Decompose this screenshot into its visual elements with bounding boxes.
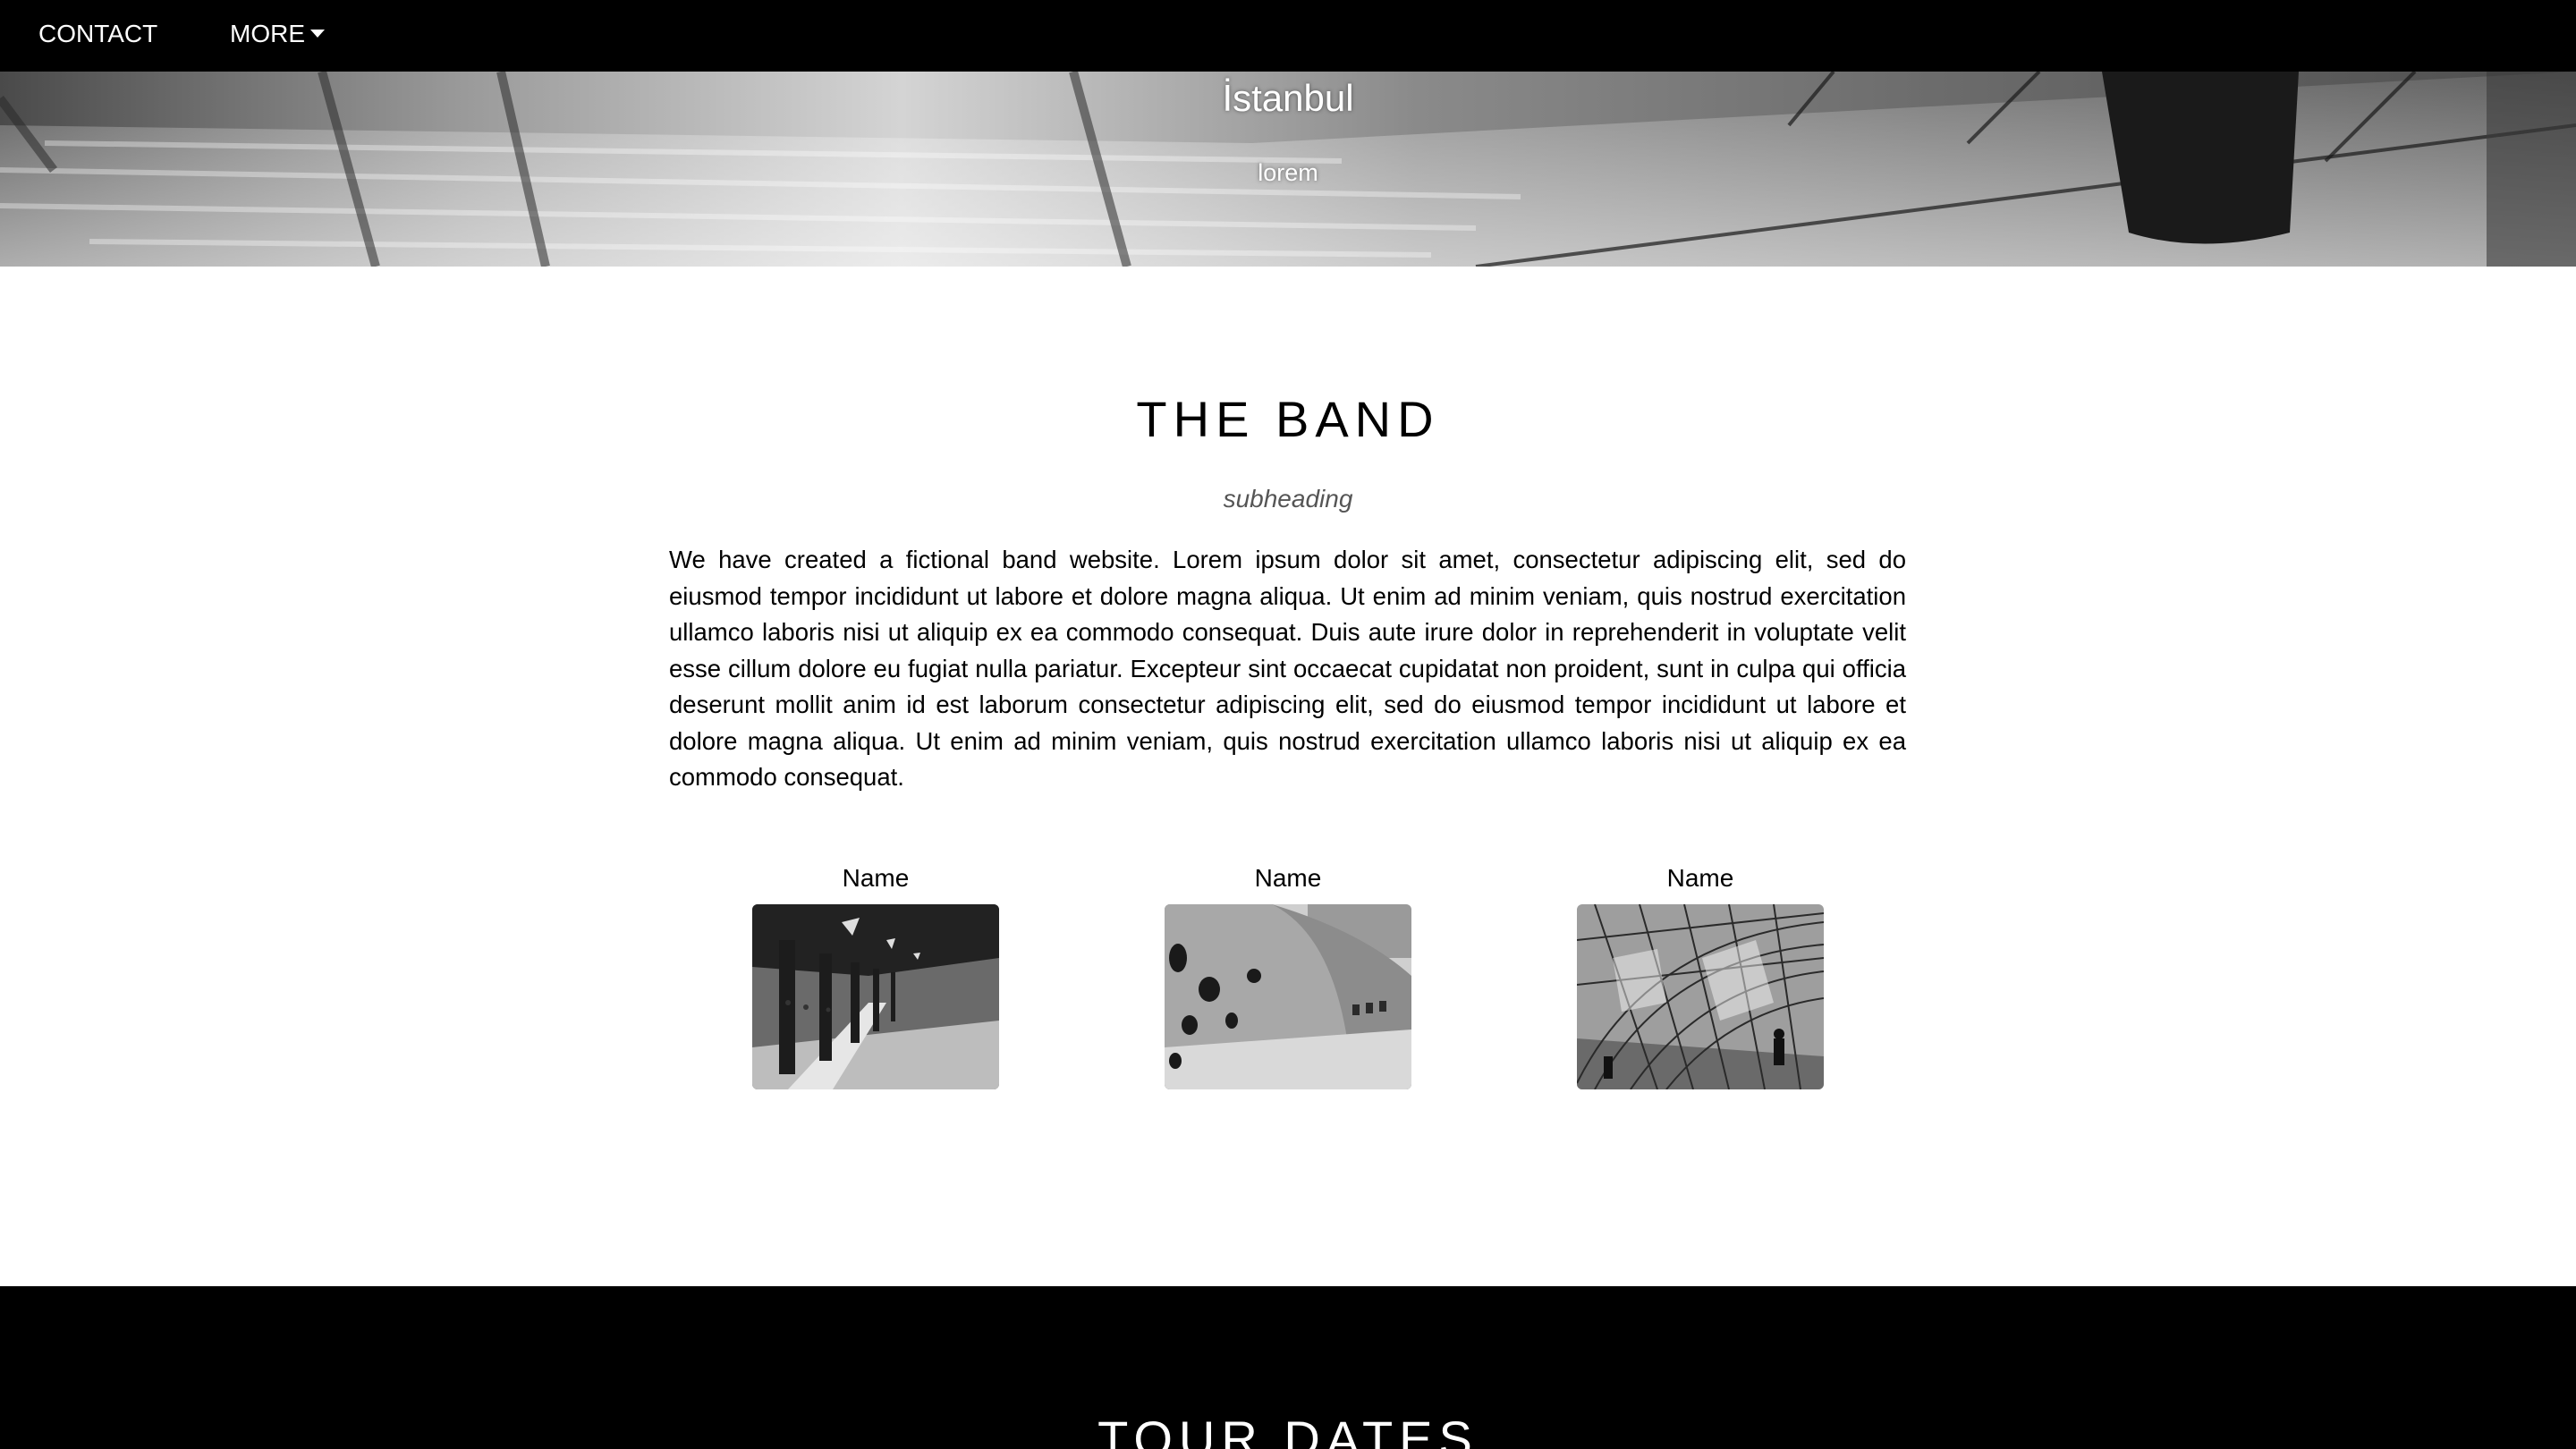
member-name: Name [1666, 864, 1734, 892]
tour-heading: TOUR DATES [1097, 1411, 1479, 1449]
caret-down-icon [310, 30, 325, 38]
band-description: We have created a fictional band website… [669, 546, 1906, 791]
hero-subtitle: lorem [1258, 159, 1318, 186]
member-name: Name [842, 864, 910, 892]
nav-more-dropdown[interactable]: MORE [230, 0, 325, 72]
band-heading: THE BAND [1136, 391, 1440, 447]
tour-section: TOUR DATES [0, 1286, 2576, 1449]
top-navbar: CONTACT MORE [0, 0, 2576, 72]
member-photo[interactable] [752, 904, 999, 1089]
band-member-card: Name [1165, 859, 1411, 1089]
member-name: Name [1254, 864, 1322, 892]
hero-banner: İstanbul lorem [0, 72, 2576, 267]
nav-more-label: MORE [230, 20, 305, 47]
nav-contact-link[interactable]: CONTACT [38, 0, 157, 72]
member-photo[interactable] [1165, 904, 1411, 1089]
band-subheading: subheading [1223, 485, 1353, 513]
band-member-card: Name [1577, 859, 1824, 1089]
member-photo[interactable] [1577, 904, 1824, 1089]
hero-title: İstanbul [1222, 77, 1354, 119]
nav-contact-label: CONTACT [38, 20, 158, 47]
band-member-card: Name [752, 859, 999, 1089]
